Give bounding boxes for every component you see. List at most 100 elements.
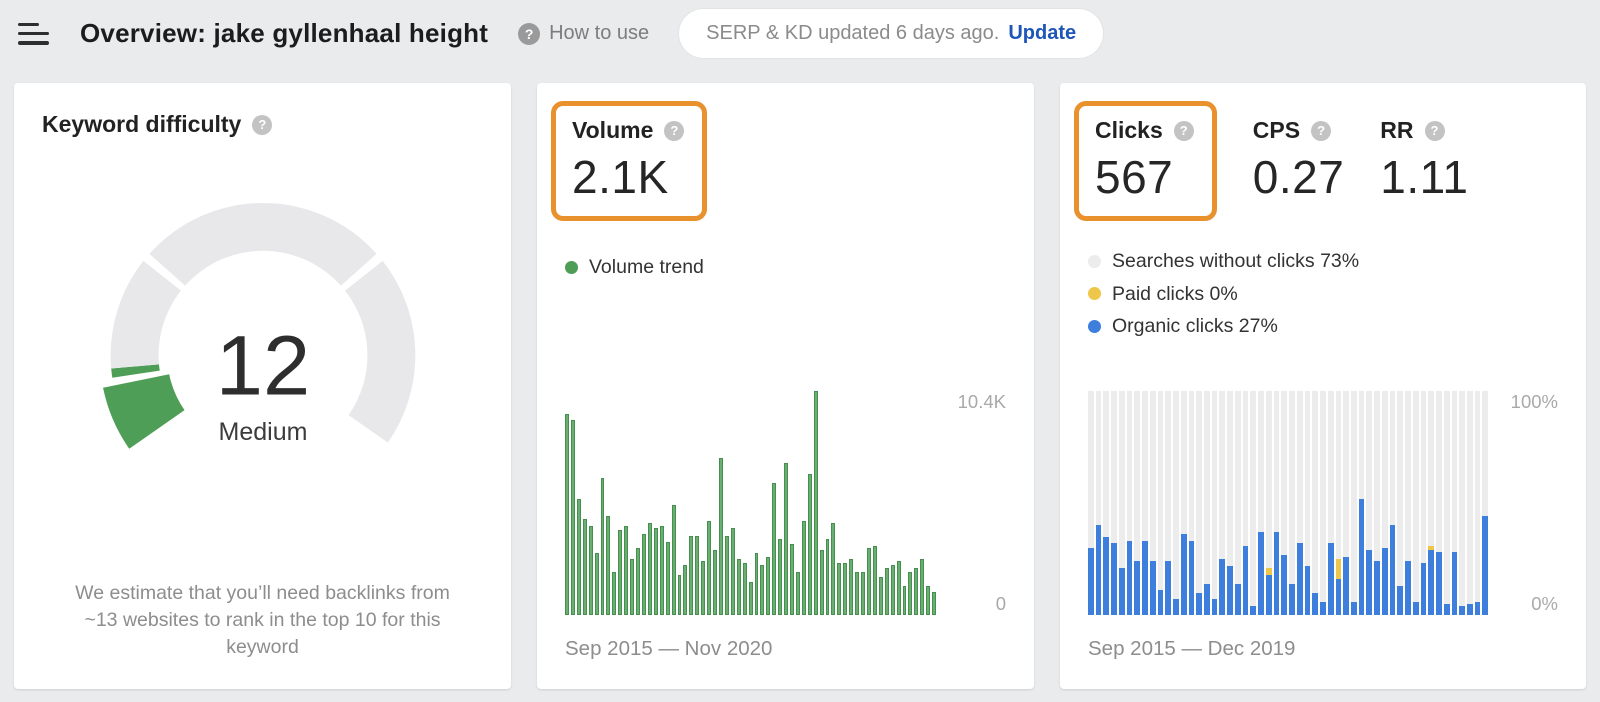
legend-item: Organic clicks 27% (1088, 310, 1558, 343)
volume-bar (902, 585, 907, 615)
volume-bar (630, 559, 635, 615)
clicks-bar (1482, 391, 1489, 615)
clicks-bar (1304, 391, 1311, 615)
top-bar: Overview: jake gyllenhaal height ? How t… (0, 0, 1600, 83)
kd-card-title: Keyword difficulty (42, 111, 242, 137)
volume-bar (665, 541, 670, 615)
volume-bar (813, 391, 818, 615)
question-icon[interactable]: ? (1311, 120, 1332, 141)
clicks-bar (1281, 391, 1288, 615)
clicks-bar (1095, 391, 1102, 615)
volume-bar (636, 548, 640, 615)
volume-bar (843, 563, 848, 615)
volume-bar (784, 463, 789, 615)
organic-clicks-dot-icon (1088, 319, 1101, 333)
question-icon[interactable]: ? (1173, 120, 1194, 141)
question-icon[interactable]: ? (664, 120, 685, 141)
clicks-bar (1234, 391, 1241, 615)
volume-trend-dot-icon (565, 260, 578, 274)
gauge-medium-segment (110, 260, 181, 369)
kd-gauge: 12 Medium (102, 202, 415, 449)
clicks-bar (1459, 391, 1465, 615)
clicks-bar (1474, 391, 1481, 615)
question-icon[interactable]: ? (252, 114, 273, 135)
volume-bar (872, 546, 877, 615)
volume-bar (825, 538, 830, 615)
menu-bar (18, 22, 39, 27)
clicks-bar (1374, 391, 1380, 615)
volume-bar (849, 559, 854, 615)
volume-bar (576, 498, 581, 615)
question-icon[interactable]: ? (518, 22, 541, 45)
clicks-bar (1436, 391, 1442, 615)
clicks-bar (1265, 391, 1272, 615)
metric-cards-row: Keyword difficulty ? 12 Medium We estima… (0, 83, 1600, 689)
clicks-bar (1250, 391, 1257, 615)
clicks-bar (1327, 391, 1334, 615)
volume-bar (795, 571, 800, 615)
cps-metric: CPS ? 0.27 (1253, 111, 1345, 204)
volume-bar (718, 457, 723, 615)
y-tick-max: 100% (1510, 391, 1558, 412)
clicks-bar (1258, 391, 1264, 615)
clicks-bar (1335, 391, 1342, 615)
clicks-period-label: Sep 2015 — Dec 2019 (1088, 637, 1296, 660)
clicks-bar (1358, 391, 1365, 615)
y-tick-max: 10.4K (957, 391, 1006, 412)
volume-bar (890, 565, 895, 615)
volume-bar (730, 527, 735, 615)
gauge-hard-segment (148, 202, 377, 286)
clicks-bar (1389, 391, 1396, 615)
clicks-title: Clicks (1095, 117, 1163, 143)
clicks-bar (1219, 391, 1226, 615)
clicks-bar (1366, 391, 1373, 615)
volume-bar (588, 525, 593, 615)
update-button[interactable]: Update (1008, 22, 1076, 45)
kd-score-label: Medium (218, 418, 307, 446)
clicks-bars (1088, 391, 1489, 615)
volume-bar (683, 565, 688, 615)
legend-label: Searches without clicks 73% (1112, 250, 1360, 272)
gauge-easy-segment-highlighted (102, 374, 185, 449)
volume-bar (736, 559, 741, 615)
volume-bar (754, 552, 759, 615)
menu-toggle-icon[interactable] (18, 21, 52, 47)
volume-bar (653, 527, 658, 615)
clicks-bar (1126, 391, 1133, 615)
volume-bar (594, 552, 599, 615)
volume-bar (914, 567, 919, 615)
volume-bar (565, 413, 569, 615)
volume-bar (742, 563, 747, 615)
clicks-bar (1343, 391, 1349, 615)
volume-bar (807, 473, 812, 615)
volume-bar (748, 581, 753, 615)
clicks-bar (1088, 391, 1094, 615)
volume-bar (801, 521, 806, 615)
volume-trend-chart: 10.4K 0 (565, 391, 1006, 615)
clicks-bar (1312, 391, 1319, 615)
volume-bar (867, 548, 871, 615)
volume-bar (926, 585, 931, 615)
keywords-explorer-overview: Overview: jake gyllenhaal height ? How t… (0, 0, 1600, 702)
volume-bar (647, 523, 652, 615)
gauge-super-hard-segment (344, 260, 415, 443)
clicks-bar (1289, 391, 1295, 615)
clicks-bar (1296, 391, 1303, 615)
kd-footnote: We estimate that you’ll need backlinks f… (75, 582, 450, 659)
volume-bar (582, 519, 587, 615)
how-to-use-link[interactable]: ? How to use (518, 22, 649, 45)
volume-bar (677, 575, 682, 615)
page-title: Overview: jake gyllenhaal height (80, 18, 489, 48)
clicks-bar (1165, 391, 1172, 615)
volume-bar (760, 565, 765, 615)
clicks-card: Clicks ? 567 CPS ? 0.27 RR ? 1.11 Search… (1060, 83, 1586, 689)
rr-metric: RR ? 1.11 (1380, 111, 1468, 204)
clicks-bar (1273, 391, 1280, 615)
question-icon[interactable]: ? (1424, 120, 1445, 141)
volume-bar (831, 523, 836, 615)
clicks-bar (1103, 391, 1110, 615)
clicks-bar (1227, 391, 1233, 615)
volume-bar (612, 571, 617, 615)
clicks-bar (1466, 391, 1473, 615)
paid-clicks-dot-icon (1088, 287, 1101, 301)
